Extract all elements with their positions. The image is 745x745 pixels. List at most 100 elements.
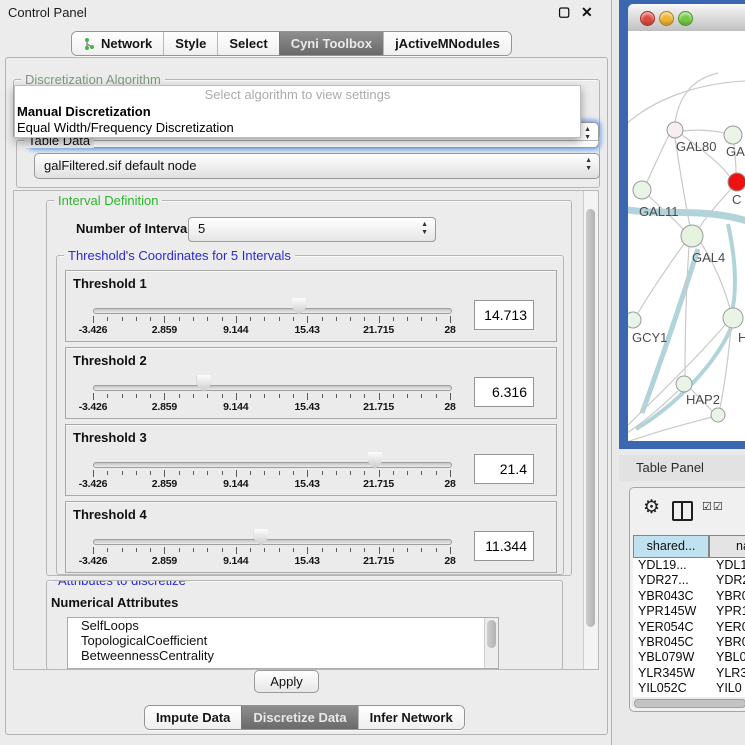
cell-name: YLR3 xyxy=(712,666,745,680)
slider-tick xyxy=(150,317,151,321)
slider-tick xyxy=(336,471,337,475)
table-row[interactable]: YER054CYER0 xyxy=(633,620,745,635)
network-node[interactable] xyxy=(633,181,651,199)
network-node[interactable] xyxy=(667,122,683,138)
table-panel-titlebar: Table Panel xyxy=(619,455,745,481)
checkbox-columns-icon[interactable]: ☑☑ xyxy=(702,500,724,513)
attribute-list-item[interactable]: TopologicalCoefficient xyxy=(68,633,498,648)
network-node[interactable] xyxy=(681,225,703,247)
attribute-list-item[interactable]: SelfLoops xyxy=(68,618,498,633)
scrollbar-thumb[interactable] xyxy=(586,209,595,627)
attribute-list-item[interactable]: BetweennessCentrality xyxy=(68,648,498,663)
slider-tick xyxy=(164,470,165,477)
slider-tick xyxy=(193,317,194,321)
algorithm-dropdown-popup: Select algorithm to view settings Manual… xyxy=(14,85,581,138)
network-node[interactable] xyxy=(676,376,692,392)
minimize-traffic-light-icon[interactable] xyxy=(659,11,674,26)
slider-tick xyxy=(250,394,251,398)
spinner-arrows-icon: ▲▼ xyxy=(421,221,428,237)
tab-impute-data[interactable]: Impute Data xyxy=(145,706,241,729)
num-intervals-label: Number of Intervals xyxy=(76,221,198,236)
network-node[interactable] xyxy=(711,408,725,422)
column-header-name[interactable]: na xyxy=(709,535,745,558)
tick-label: 2.859 xyxy=(136,324,192,336)
threshold-value-field[interactable]: 11.344 xyxy=(474,531,534,561)
network-node[interactable] xyxy=(628,312,641,328)
dropdown-placeholder-item[interactable]: Select algorithm to view settings xyxy=(15,86,580,104)
slider-track[interactable] xyxy=(93,385,452,391)
table-row[interactable]: YBR043CYBR0 xyxy=(633,589,745,604)
zoom-traffic-light-icon[interactable] xyxy=(678,11,693,26)
table-columns-icon[interactable] xyxy=(672,501,693,521)
tab-discretize-data[interactable]: Discretize Data xyxy=(241,706,357,729)
pane-vertical-scrollbar[interactable] xyxy=(583,191,598,669)
tick-label: 2.859 xyxy=(136,478,192,490)
tab-cyni-toolbox[interactable]: Cyni Toolbox xyxy=(279,32,383,55)
num-intervals-spinner[interactable]: 5 ▲▼ xyxy=(188,217,436,242)
group-title: Interval Definition xyxy=(54,193,162,208)
slider-tick xyxy=(107,548,108,552)
tab-select[interactable]: Select xyxy=(217,32,278,55)
threshold-label: Threshold 4 xyxy=(73,507,147,522)
tick-label: 15.43 xyxy=(279,324,335,336)
table-row[interactable]: YDL19...YDL1 xyxy=(633,558,745,573)
network-node[interactable] xyxy=(723,308,743,328)
close-traffic-light-icon[interactable] xyxy=(640,11,655,26)
network-node[interactable] xyxy=(728,173,745,191)
dropdown-item[interactable]: Manual Discretization xyxy=(15,104,580,120)
slider-tick xyxy=(179,471,180,475)
slider-track[interactable] xyxy=(93,308,452,314)
table-row[interactable]: YDR27...YDR2 xyxy=(633,573,745,588)
table-horizontal-scrollbar[interactable] xyxy=(632,698,745,707)
list-vertical-scrollbar[interactable] xyxy=(484,618,498,668)
settings-scrollpane: Interval Definition Number of Intervals … xyxy=(13,190,599,670)
network-canvas[interactable]: GAL80GACGAL11GAL4GCY1HHAP2 xyxy=(628,31,745,441)
slider-tick xyxy=(364,394,365,398)
node-label: GAL80 xyxy=(676,139,716,154)
tab-network[interactable]: Network xyxy=(72,32,163,55)
slider-tick xyxy=(264,394,265,398)
numerical-attributes-list[interactable]: SelfLoopsTopologicalCoefficientBetweenne… xyxy=(67,617,499,669)
slider-track[interactable] xyxy=(93,462,452,468)
threshold-value-field[interactable]: 21.4 xyxy=(474,454,534,484)
cyni-toolbox-panel: Discretization Algorithm ▲▼ Select algor… xyxy=(5,57,608,735)
slider-track[interactable] xyxy=(93,539,452,545)
scrollbar-thumb[interactable] xyxy=(487,620,496,648)
tick-label: 15.43 xyxy=(279,401,335,413)
slider-tick xyxy=(236,470,237,477)
float-icon[interactable]: ▢ xyxy=(558,4,570,20)
tab-style[interactable]: Style xyxy=(163,32,217,55)
tick-label: -3.426 xyxy=(65,478,121,490)
tick-label: 21.715 xyxy=(351,478,407,490)
table-data-combobox[interactable]: galFiltered.sif default node ▲▼ xyxy=(34,153,600,179)
cell-shared-name: YDR27... xyxy=(633,573,712,587)
slider-tick xyxy=(179,317,180,321)
threshold-value-field[interactable]: 6.316 xyxy=(474,377,534,407)
slider-tick xyxy=(222,471,223,475)
slider-tick xyxy=(393,394,394,398)
slider-tick xyxy=(364,471,365,475)
slider-tick xyxy=(279,548,280,552)
slider-tick xyxy=(350,317,351,321)
gear-icon[interactable]: ⚙ xyxy=(643,496,660,519)
apply-button[interactable]: Apply xyxy=(254,670,319,693)
network-node[interactable] xyxy=(724,126,742,144)
combobox-value: galFiltered.sif default node xyxy=(44,158,196,173)
combo-arrows-icon: ▲▼ xyxy=(585,157,592,173)
cell-name: YBR0 xyxy=(712,635,745,649)
tab-label: Infer Network xyxy=(370,710,453,725)
table-row[interactable]: YBL079WYBL0 xyxy=(633,650,745,665)
table-row[interactable]: YLR345WYLR3 xyxy=(633,666,745,681)
threshold-value-field[interactable]: 14.713 xyxy=(474,300,534,330)
table-row[interactable]: YIL052CYIL0 xyxy=(633,681,745,696)
tick-label: -3.426 xyxy=(65,555,121,567)
close-icon[interactable]: ✕ xyxy=(581,4,593,21)
column-header-shared-name[interactable]: shared... xyxy=(633,535,709,558)
dropdown-item[interactable]: Equal Width/Frequency Discretization xyxy=(15,120,580,136)
table-row[interactable]: YBR045CYBR0 xyxy=(633,635,745,650)
scrollbar-thumb[interactable] xyxy=(634,699,745,708)
slider-tick xyxy=(236,316,237,323)
tab-jactivemnodules[interactable]: jActiveMNodules xyxy=(383,32,511,55)
tab-infer-network[interactable]: Infer Network xyxy=(358,706,464,729)
table-row[interactable]: YPR145WYPR1 xyxy=(633,604,745,619)
